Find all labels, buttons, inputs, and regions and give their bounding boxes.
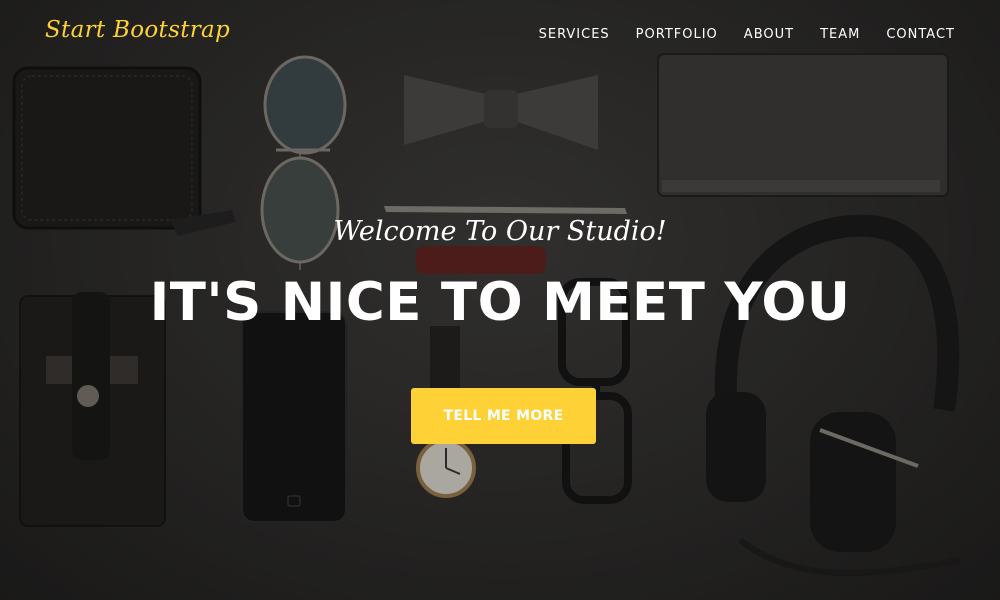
intro-heading: IT'S NICE TO MEET YOU [149, 272, 851, 333]
tell-me-more-button[interactable]: TELL ME MORE [411, 388, 596, 444]
hero-section: Start Bootstrap SERVICES PORTFOLIO ABOUT… [0, 0, 1000, 600]
intro-lead-in: Welcome To Our Studio! [333, 216, 667, 247]
intro: Welcome To Our Studio! IT'S NICE TO MEET… [0, 0, 1000, 600]
